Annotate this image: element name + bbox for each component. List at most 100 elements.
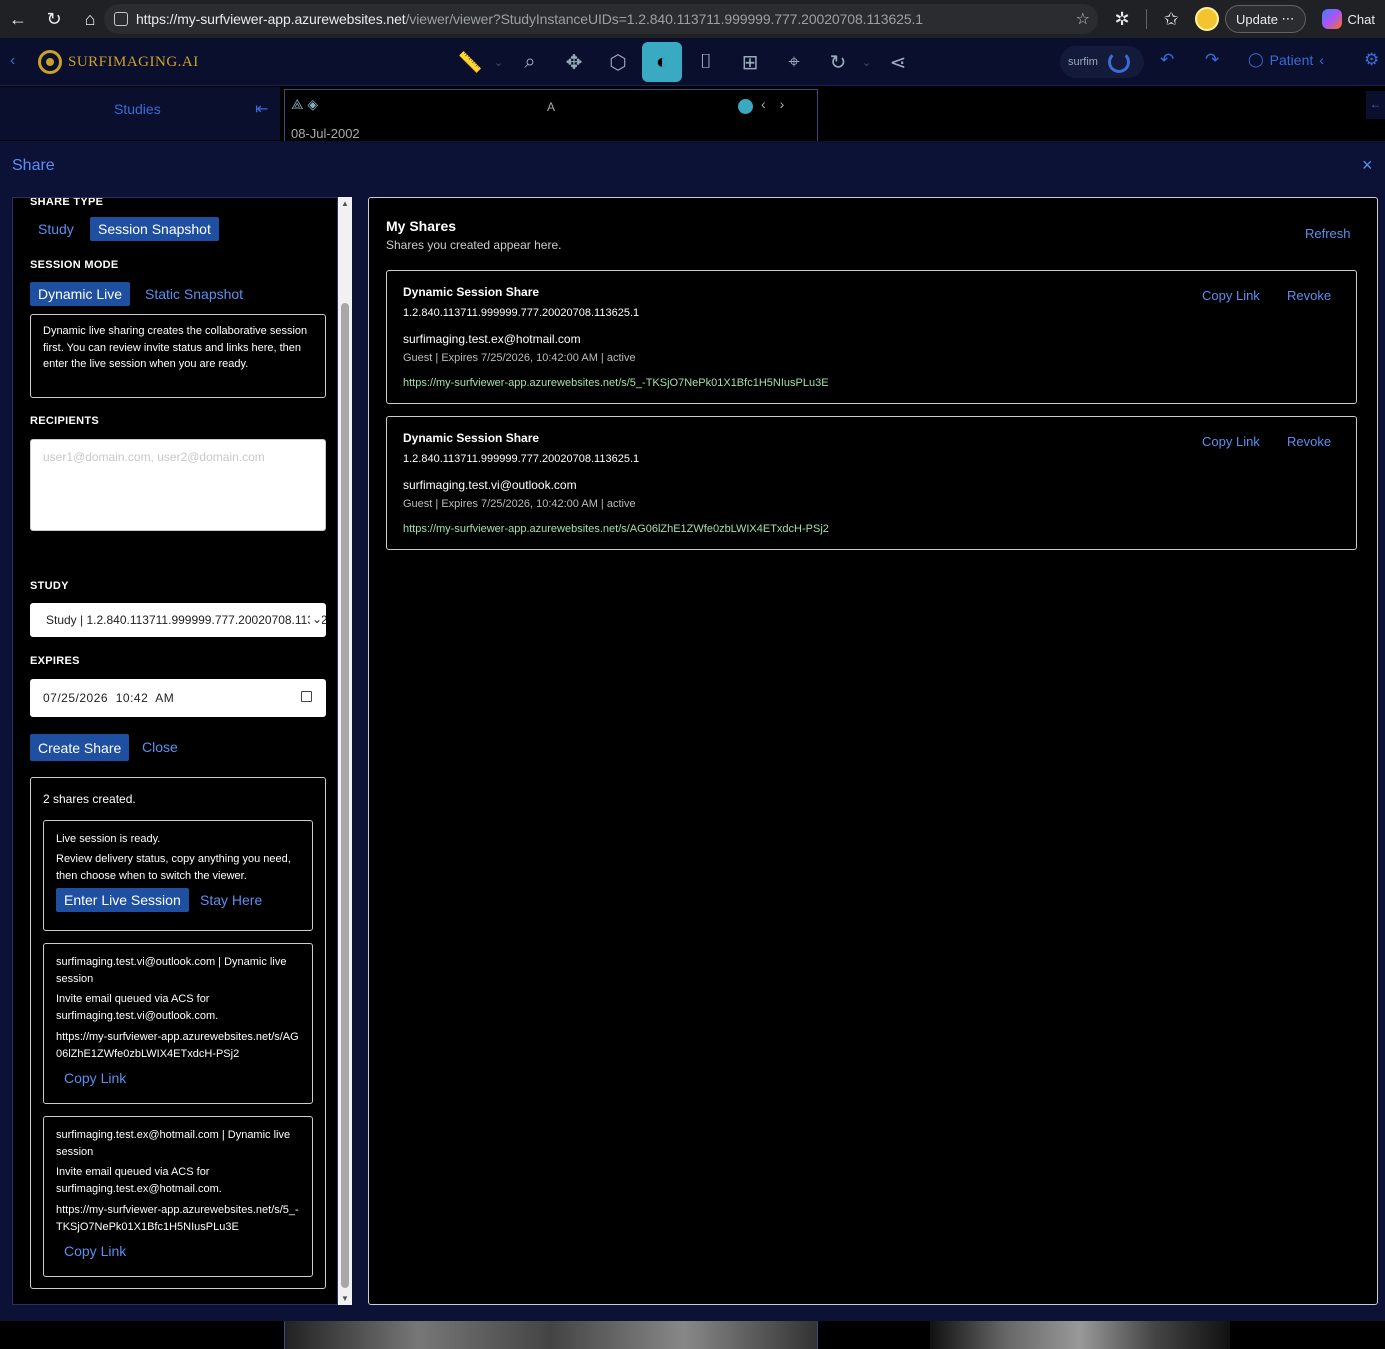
layers-icon[interactable]: ⟁ ◈ bbox=[291, 96, 318, 113]
update-button[interactable]: Update ⋯ bbox=[1225, 5, 1306, 33]
profile-avatar[interactable] bbox=[1195, 7, 1219, 31]
share-card: Dynamic Session Share 1.2.840.113711.999… bbox=[386, 416, 1357, 550]
layout-grid-icon[interactable]: ⊞ bbox=[730, 42, 770, 82]
scroll-down-icon[interactable]: ▼ bbox=[341, 1294, 349, 1303]
static-snapshot-button[interactable]: Static Snapshot bbox=[145, 286, 243, 302]
session-mode-info: Dynamic live sharing creates the collabo… bbox=[30, 314, 326, 398]
orientation-marker: A bbox=[547, 100, 556, 114]
copy-link-button[interactable]: Copy Link bbox=[64, 1070, 126, 1087]
stay-here-button[interactable]: Stay Here bbox=[200, 892, 262, 909]
viewport-nav-arrows[interactable]: ‹› bbox=[761, 96, 798, 112]
settings-gear-icon[interactable]: ⚙ bbox=[1364, 50, 1379, 70]
copilot-icon bbox=[1321, 9, 1342, 29]
chevron-down-icon: ⌄ bbox=[309, 612, 322, 626]
share-link: https://my-surfviewer-app.azurewebsites.… bbox=[56, 1204, 299, 1233]
study-label: STUDY bbox=[30, 580, 69, 592]
logo-mark-icon bbox=[38, 50, 62, 74]
viewport[interactable]: ⟁ ◈ A ‹› 08-Jul-2002 bbox=[284, 89, 818, 141]
power-icon[interactable] bbox=[1107, 51, 1130, 73]
share-icon[interactable]: ⋖ bbox=[878, 42, 918, 82]
share-type-study-button[interactable]: Study bbox=[38, 221, 74, 237]
expand-right-panel-icon[interactable]: ← bbox=[1366, 91, 1385, 119]
viewer-bottom-area bbox=[0, 1321, 1385, 1349]
browser-right-controls: ✲ ✩ Update ⋯ Chat bbox=[1104, 0, 1385, 38]
capture-camera-icon[interactable]: ⌷ bbox=[686, 42, 726, 82]
dynamic-live-button[interactable]: Dynamic Live bbox=[30, 282, 131, 306]
copy-link-button[interactable]: Copy Link bbox=[64, 1243, 126, 1260]
toolbar-divider bbox=[1146, 9, 1147, 29]
expires-datetime-input[interactable]: 07/25/2026 10:42 AM bbox=[30, 679, 326, 717]
favorites-icon[interactable]: ✩ bbox=[1153, 0, 1189, 38]
zoom-magnifier-icon[interactable]: ⌕ bbox=[510, 42, 550, 82]
scroll-up-icon[interactable]: ▲ bbox=[341, 199, 349, 208]
share-card-uid: 1.2.840.113711.999999.777.20020708.11362… bbox=[403, 307, 640, 319]
chat-label: Chat bbox=[1347, 11, 1376, 27]
recipients-input[interactable]: user1@domain.com, user2@domain.com bbox=[30, 439, 326, 531]
undo-icon[interactable]: ↶ bbox=[1160, 50, 1174, 70]
expires-value: 07/25/2026 10:42 AM bbox=[43, 691, 175, 705]
copy-link-button[interactable]: Copy Link bbox=[1202, 434, 1260, 449]
back-arrow-icon[interactable]: ← bbox=[0, 0, 36, 38]
share-card: Dynamic Session Share 1.2.840.113711.999… bbox=[386, 270, 1357, 404]
calendar-icon[interactable] bbox=[301, 691, 312, 702]
chevron-down-icon[interactable]: ⌄ bbox=[862, 56, 874, 69]
study-select[interactable]: Study | 1.2.840.113711.999999.777.200207… bbox=[30, 603, 326, 637]
url-text: https://my-surfviewer-app.azurewebsites.… bbox=[136, 11, 923, 27]
share-card-title: Dynamic Session Share bbox=[403, 431, 540, 445]
measure-ruler-icon[interactable]: 📏 bbox=[450, 42, 490, 82]
close-button[interactable]: Close bbox=[142, 739, 178, 755]
3d-rotate-icon[interactable]: ⬡ bbox=[598, 42, 638, 82]
share-result-box: 2 shares created. Live session is ready.… bbox=[30, 777, 326, 1289]
scrollbar-thumb[interactable] bbox=[341, 303, 349, 1288]
recipients-label: RECIPIENTS bbox=[30, 415, 100, 427]
recipient-header: surfimaging.test.ex@hotmail.com | Dynami… bbox=[56, 1129, 291, 1158]
chevron-down-icon[interactable]: ⌄ bbox=[494, 56, 506, 69]
refresh-button[interactable]: Refresh bbox=[1305, 226, 1351, 241]
share-card-title: Dynamic Session Share bbox=[403, 285, 540, 299]
invite-status: Invite email queued via ACS for surfimag… bbox=[56, 993, 219, 1022]
redo-icon[interactable]: ↷ bbox=[1205, 50, 1219, 70]
reload-icon[interactable]: ↻ bbox=[36, 0, 72, 38]
share-type-snapshot-button[interactable]: Session Snapshot bbox=[90, 217, 219, 241]
site-info-icon[interactable] bbox=[114, 12, 128, 26]
expires-label: EXPIRES bbox=[30, 655, 80, 667]
list-item: surfimaging.test.ex@hotmail.com | Dynami… bbox=[43, 1116, 313, 1277]
close-icon[interactable]: × bbox=[1362, 155, 1373, 176]
share-card-email: surfimaging.test.ex@hotmail.com bbox=[403, 332, 581, 346]
studies-panel: Studies ⇤ bbox=[0, 87, 280, 140]
rotate-icon[interactable]: ↻ bbox=[818, 42, 858, 82]
shares-created-count: 2 shares created. bbox=[43, 792, 136, 806]
crosshair-icon[interactable]: ⌖ bbox=[774, 42, 814, 82]
form-scrollbar[interactable]: ▲ ▼ bbox=[338, 197, 352, 1305]
browser-toolbar: ← ↻ ⌂ https://my-surfviewer-app.azureweb… bbox=[0, 0, 1385, 38]
live-ready-text: Review delivery status, copy anything yo… bbox=[56, 853, 291, 882]
check-icon bbox=[738, 99, 753, 114]
scan-image bbox=[284, 1321, 818, 1349]
studies-title: Studies bbox=[114, 101, 161, 117]
share-link: https://my-surfviewer-app.azurewebsites.… bbox=[56, 1031, 299, 1060]
pan-move-icon[interactable]: ✥ bbox=[554, 42, 594, 82]
user-name-label: surfim bbox=[1068, 56, 1098, 68]
create-share-button[interactable]: Create Share bbox=[30, 734, 130, 761]
share-type-label: SHARE TYPE bbox=[30, 197, 104, 208]
extensions-icon[interactable]: ✲ bbox=[1104, 0, 1140, 38]
chevron-left-icon[interactable]: ‹ bbox=[10, 52, 15, 70]
favorite-star-icon[interactable]: ☆ bbox=[1076, 9, 1090, 29]
revoke-button[interactable]: Revoke bbox=[1287, 434, 1331, 449]
share-card-url[interactable]: https://my-surfviewer-app.azurewebsites.… bbox=[403, 377, 829, 389]
copilot-chat-button[interactable]: Chat bbox=[1312, 5, 1385, 33]
patient-button[interactable]: ◯ Patient ‹ bbox=[1248, 51, 1324, 68]
share-modal: Share × SHARE TYPE Study Session Snapsho… bbox=[0, 141, 1385, 1321]
user-session-pill[interactable]: surfim bbox=[1060, 46, 1144, 78]
enter-live-session-button[interactable]: Enter Live Session bbox=[56, 888, 189, 912]
collapse-panel-icon[interactable]: ⇤ bbox=[255, 99, 268, 119]
address-bar[interactable]: https://my-surfviewer-app.azurewebsites.… bbox=[104, 4, 1098, 34]
invite-status: Invite email queued via ACS for surfimag… bbox=[56, 1166, 222, 1195]
window-level-icon[interactable]: ◐ bbox=[642, 42, 682, 82]
revoke-button[interactable]: Revoke bbox=[1287, 288, 1331, 303]
home-icon[interactable]: ⌂ bbox=[72, 0, 108, 38]
share-card-meta: Guest | Expires 7/25/2026, 10:42:00 AM |… bbox=[403, 352, 636, 364]
share-card-url[interactable]: https://my-surfviewer-app.azurewebsites.… bbox=[403, 523, 829, 535]
session-mode-label: SESSION MODE bbox=[30, 259, 119, 271]
copy-link-button[interactable]: Copy Link bbox=[1202, 288, 1260, 303]
